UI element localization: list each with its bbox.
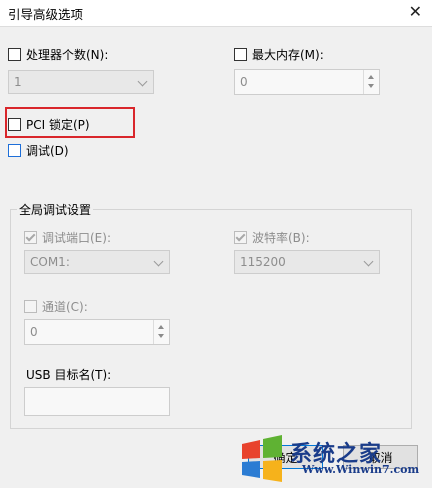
checkbox-box[interactable]: [234, 48, 247, 61]
num-processors-checkbox[interactable]: 处理器个数(N):: [8, 46, 108, 63]
window-title: 引导高级选项: [8, 7, 84, 22]
channel-value: 0: [30, 325, 38, 339]
spin-up-icon[interactable]: [368, 75, 374, 79]
debug-label: 调试(D): [26, 144, 69, 158]
spin-down-icon[interactable]: [368, 84, 374, 88]
debug-port-label: 调试端口(E):: [42, 231, 111, 245]
spinner-buttons[interactable]: [363, 70, 379, 94]
chevron-down-icon: [363, 256, 374, 267]
channel-spinner[interactable]: 0: [24, 319, 170, 345]
usb-target-input[interactable]: [24, 387, 170, 416]
max-memory-label: 最大内存(M):: [252, 48, 324, 62]
close-icon[interactable]: ✕: [409, 2, 422, 21]
spinner-buttons[interactable]: [153, 320, 169, 344]
baud-rate-select[interactable]: 115200: [234, 250, 380, 274]
max-memory-checkbox[interactable]: 最大内存(M):: [234, 46, 324, 63]
max-memory-value: 0: [240, 75, 248, 89]
max-memory-spinner[interactable]: 0: [234, 69, 380, 95]
baud-rate-label: 波特率(B):: [252, 231, 310, 245]
usb-target-label: USB 目标名(T):: [26, 368, 112, 382]
debug-checkbox[interactable]: 调试(D): [8, 142, 69, 159]
num-processors-select[interactable]: 1: [8, 70, 154, 94]
usb-target-row: USB 目标名(T):: [26, 366, 111, 383]
debug-port-select[interactable]: COM1:: [24, 250, 170, 274]
watermark-url: Www.Winwin7.com: [302, 463, 420, 476]
checkbox-box[interactable]: [8, 48, 21, 61]
baud-rate-value: 115200: [240, 255, 286, 269]
chevron-down-icon: [153, 256, 164, 267]
windows-logo-icon: [242, 435, 282, 482]
debug-port-checkbox[interactable]: 调试端口(E):: [24, 229, 111, 246]
debug-port-value: COM1:: [30, 255, 70, 269]
checkbox-box[interactable]: [24, 300, 37, 313]
checkbox-box[interactable]: [24, 231, 37, 244]
global-debug-legend: 全局调试设置: [19, 203, 92, 217]
channel-checkbox[interactable]: 通道(C):: [24, 298, 88, 315]
checkbox-box[interactable]: [234, 231, 247, 244]
checkbox-box[interactable]: [8, 144, 21, 157]
spin-down-icon[interactable]: [158, 334, 164, 338]
baud-rate-checkbox[interactable]: 波特率(B):: [234, 229, 310, 246]
channel-label: 通道(C):: [42, 300, 88, 314]
num-processors-label: 处理器个数(N):: [26, 48, 109, 62]
spin-up-icon[interactable]: [158, 325, 164, 329]
highlight-box: [5, 107, 135, 138]
title-bar: 引导高级选项 ✕: [0, 0, 432, 26]
chevron-down-icon: [137, 76, 148, 87]
num-processors-value: 1: [14, 75, 22, 89]
